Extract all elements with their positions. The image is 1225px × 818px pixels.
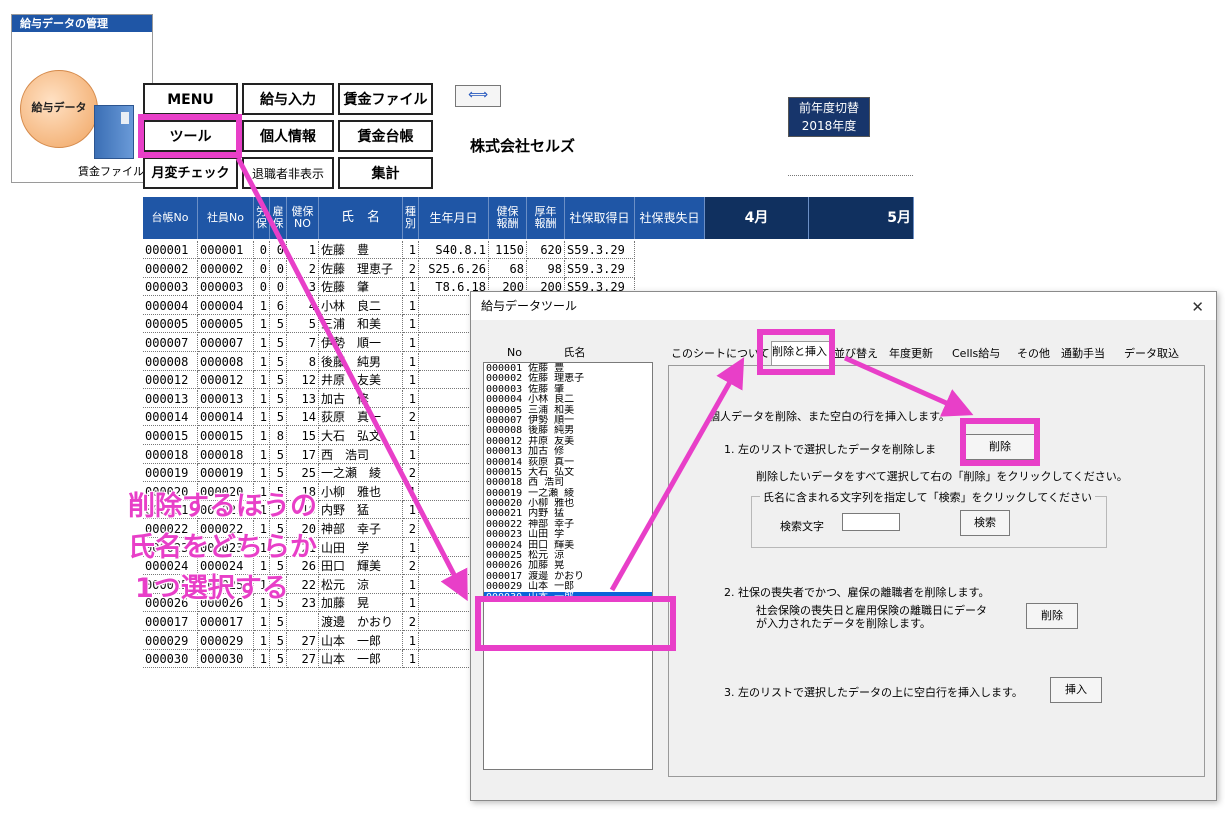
arrow-list-to-tab	[609, 357, 745, 592]
arrow-tool-to-list	[235, 156, 468, 602]
annotation-arrows	[235, 156, 974, 602]
arrow-tab-to-delete	[843, 355, 974, 417]
